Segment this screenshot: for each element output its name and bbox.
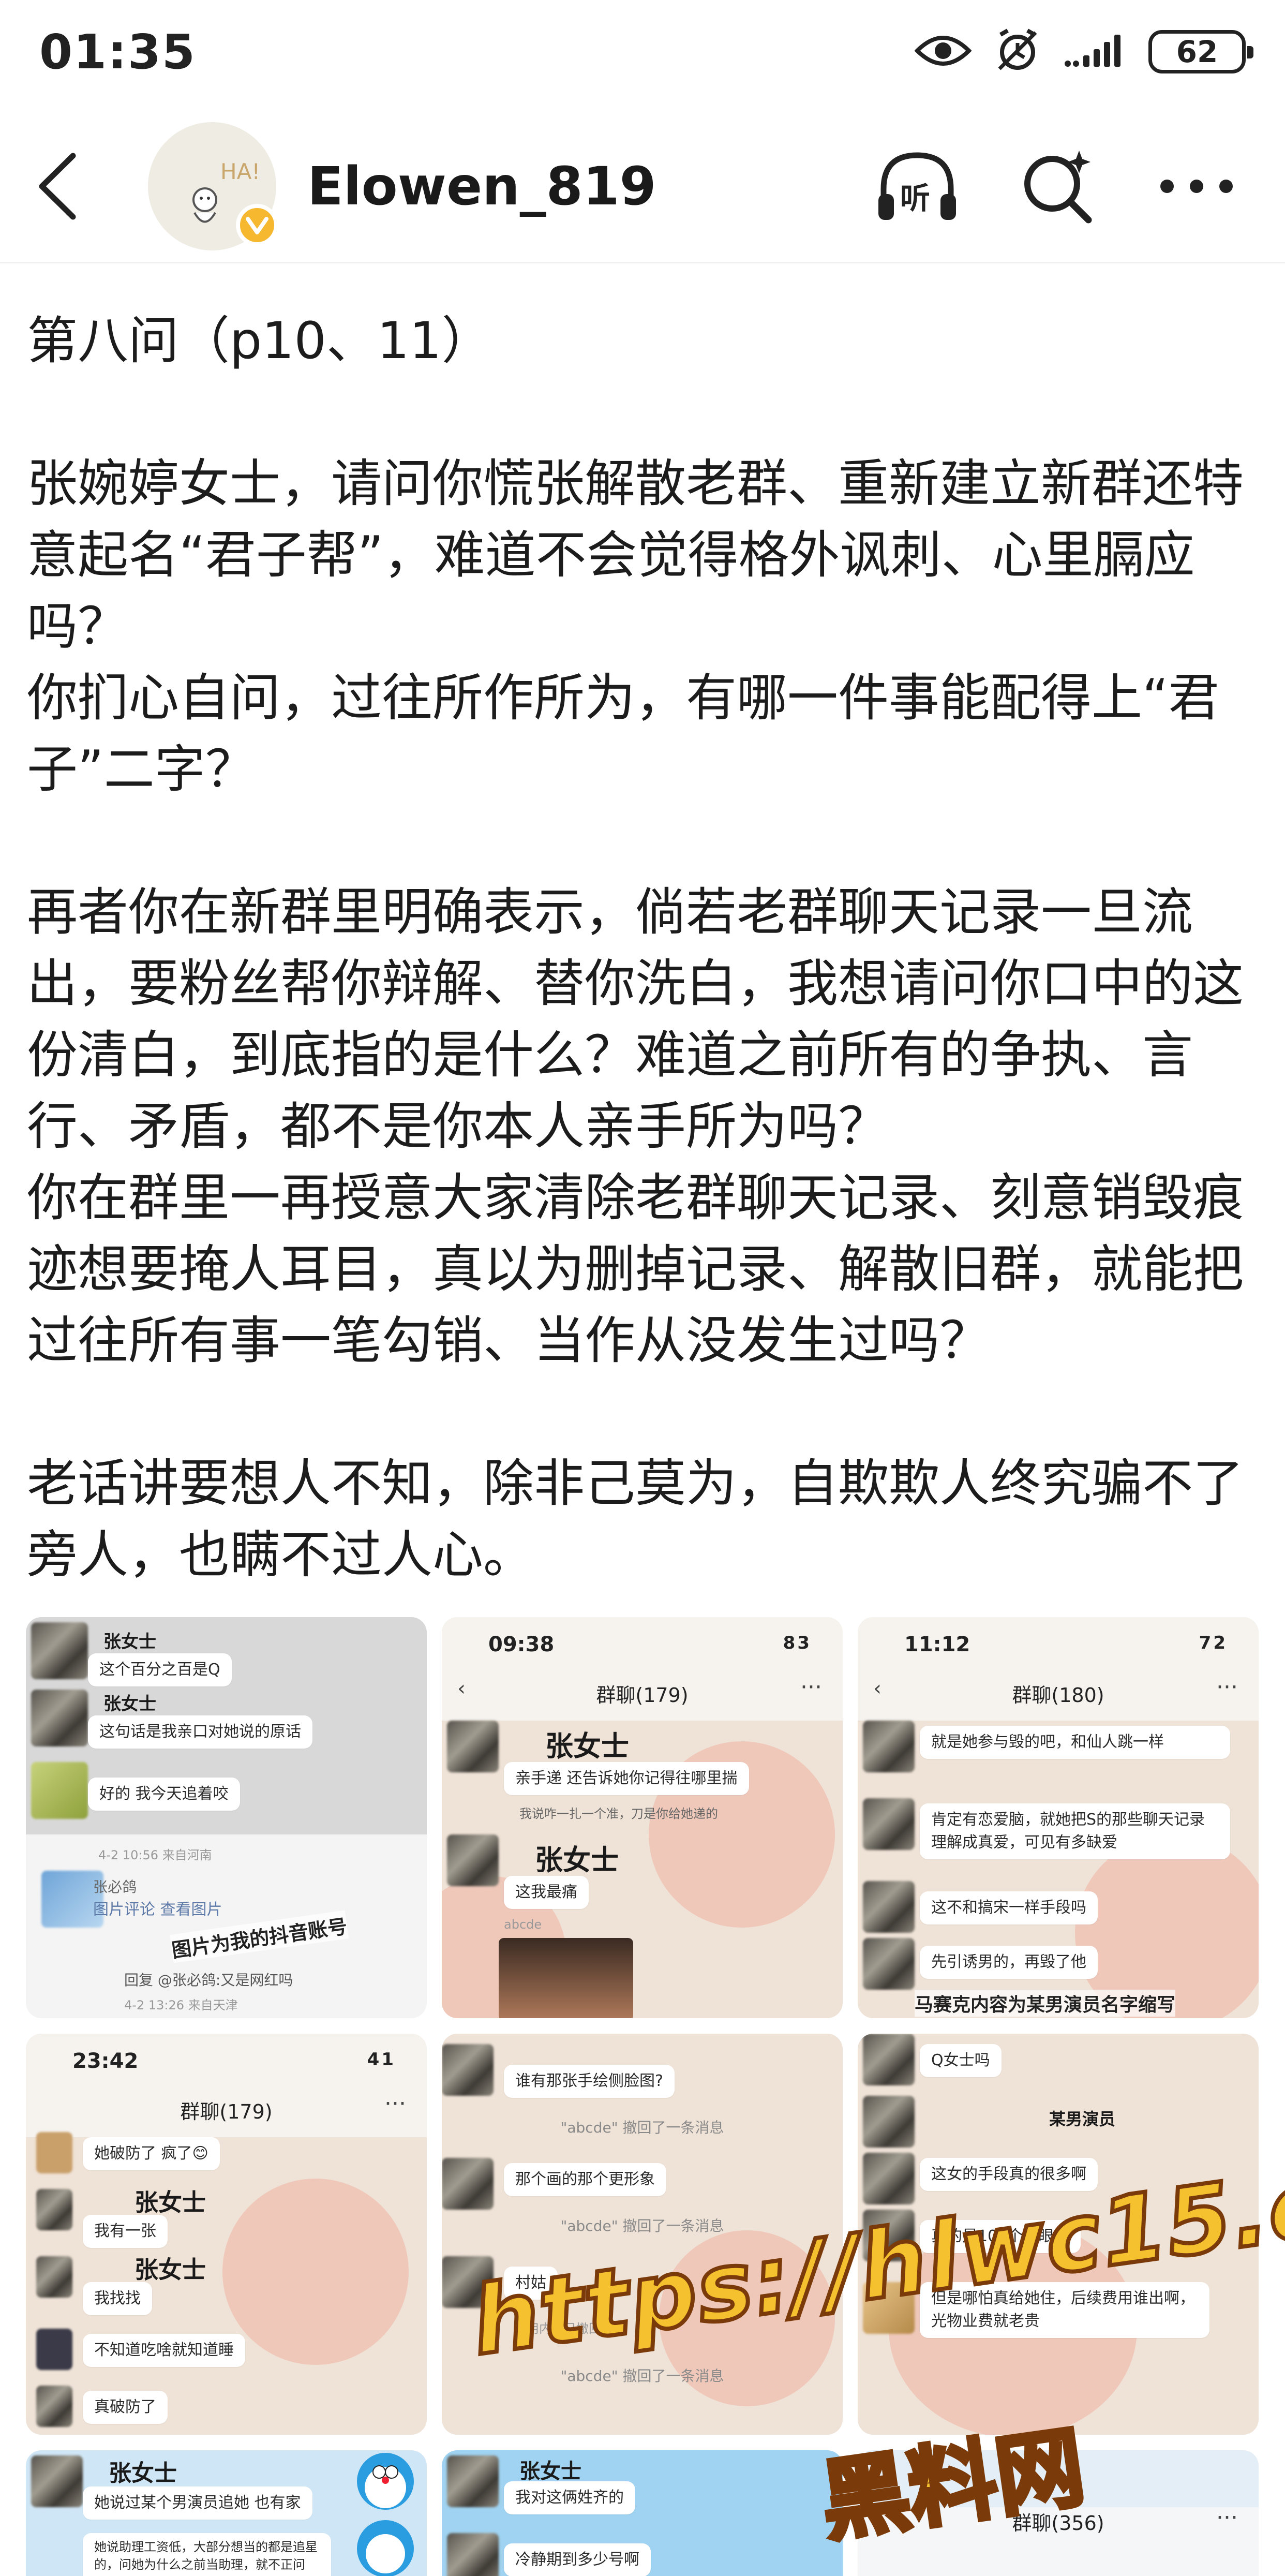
image-tile[interactable]: 09:38 83 ‹ 群聊(179) ··· 张女士 亲手递 还告诉她你记得往哪… [442, 1617, 843, 2018]
status-time: 01:35 [39, 24, 196, 80]
chat-clock: 23:42 [72, 2049, 139, 2073]
more-dots-icon [1160, 180, 1233, 193]
comment-meta: 4-2 10:56 来自河南 [98, 1848, 212, 1862]
image-tile[interactable]: 23:42 41 群聊(179) ··· 她破防了 疯了😊 张女士 我有一张 张… [26, 2034, 427, 2435]
more-button[interactable] [1153, 142, 1241, 230]
chat-message: 好的 我今天追着咬 [88, 1778, 240, 1811]
sender-name: 张女士 [135, 2188, 206, 2216]
comment-text: 图片评论 查看图片 [93, 1901, 222, 1919]
image-caption: 马赛克内容为某男演员名字缩写 [915, 1990, 1176, 2017]
chat-title: 群聊(179) [180, 2100, 273, 2123]
chat-message: 这个百分之百是Q [88, 1653, 232, 1686]
chat-message: 亲手递 还告诉她你记得往哪里揣 [504, 1762, 749, 1795]
sender-name: 张女士 [535, 1844, 619, 1876]
sender-name: 张女士 [103, 1694, 156, 1714]
status-bar: 01:35 62 [0, 0, 1285, 103]
image-tile[interactable]: 张女士 这个百分之百是Q 张女士 这句话是我亲口对她说的原话 好的 我今天追着咬… [26, 1617, 427, 2018]
chat-message: 肯定有恋爱脑，就她把S的那些聊天记录理解成真爱，可见有多缺爱 [920, 1803, 1230, 1859]
screen: 01:35 62 HA! Elowen_819 听 第八问（p10、11） 张婉… [0, 0, 1285, 2576]
chat-battery: 72 [1199, 1633, 1228, 1653]
sender-name: 某男演员 [1049, 2109, 1116, 2129]
svg-text:听: 听 [900, 181, 930, 216]
chat-message: 我找找 [83, 2282, 152, 2315]
post-paragraph: 再者你在新群里明确表示，倘若老群聊天记录一旦流出，要粉丝帮你辩解、替你洗白，我想… [27, 883, 1244, 1370]
chat-battery: 83 [783, 1633, 812, 1653]
sender-name: 张女士 [135, 2256, 206, 2284]
chat-message: 冷静期到多少号啊 [504, 2543, 651, 2576]
chat-message: Q女士吗 [920, 2044, 1002, 2077]
verified-badge-icon [236, 204, 278, 246]
status-icons: 62 [914, 27, 1253, 76]
chat-clock: 11:12 [904, 1633, 970, 1656]
username[interactable]: Elowen_819 [307, 156, 656, 217]
more-dots-icon: ··· [1216, 2505, 1238, 2531]
chat-message: 我对这俩姓齐的 [504, 2481, 635, 2514]
alarm-off-icon [994, 27, 1041, 76]
signal-icon [1064, 33, 1126, 71]
sender-name: 张女士 [109, 2460, 177, 2486]
chat-message: 她破防了 疯了😊 [83, 2137, 220, 2170]
profile-header: HA! Elowen_819 听 [0, 119, 1285, 254]
comment-meta: 4-2 13:26 来自天津 [124, 1998, 238, 2012]
chat-clock: 09:38 [488, 1633, 555, 1656]
image-tile[interactable]: 11:12 72 ‹ 群聊(180) ··· 就是她参与毁的吧，和仙人跳一样 肯… [858, 1617, 1259, 2018]
back-button[interactable] [29, 145, 86, 228]
chat-message: 这句话是我亲口对她说的原话 [88, 1715, 312, 1749]
chat-title: 群聊(179) [596, 1684, 689, 1707]
image-tile[interactable]: 张女士 我对这俩姓齐的 冷静期到多少号啊 [442, 2450, 843, 2576]
chat-message: 那个画的那个更形象 [504, 2163, 666, 2196]
search-icon [1024, 151, 1092, 224]
quoted-message: 我说咋一扎一个准，刀是你给她递的 [519, 1807, 718, 1821]
post-paragraph: 老话讲要想人不知，除非己莫为，自欺欺人终究骗不了旁人，也瞒不过人心。 [27, 1454, 1244, 1585]
chevron-left-icon [39, 153, 76, 220]
more-dots-icon: ··· [800, 1674, 822, 1700]
sender-name: 张女士 [103, 1632, 156, 1652]
header-actions: 听 [873, 142, 1256, 230]
header-divider [0, 262, 1285, 263]
listen-button[interactable]: 听 [873, 142, 961, 230]
comment-reply: 回复 @张必鸽:又是网红吗 [124, 1972, 293, 1989]
sender-name: 张女士 [519, 2460, 581, 2483]
chat-message: 先引诱男的，再毁了他 [920, 1946, 1098, 1979]
chat-message: 她说助理工资低，大部分想当的都是追星的，问她为什么之前当助理，就不正问回... [83, 2533, 331, 2576]
more-dots-icon: ··· [384, 2091, 406, 2117]
battery-icon: 62 [1148, 30, 1253, 73]
chat-message: 真破防了 [83, 2391, 168, 2424]
commenter-name: 张必鸽 [93, 1878, 137, 1896]
system-note: "abcde" 撤回了一条消息 [560, 2119, 724, 2136]
chat-message: 不知道吃啥就知道睡 [83, 2334, 245, 2367]
chat-battery: 41 [367, 2049, 396, 2070]
search-button[interactable] [1013, 142, 1101, 230]
doraemon-sticker-icon [349, 2450, 422, 2576]
image-tile[interactable]: 张女士 她说过某个男演员追她 也有家 她说助理工资低，大部分想当的都是追星的，问… [26, 2450, 427, 2576]
chat-message: 谁有那张手绘侧脸图? [504, 2065, 675, 2098]
sender-name: 张女士 [545, 1730, 629, 1763]
avatar-text: HA! [220, 159, 260, 184]
post-title: 第八问（p10、11） [27, 312, 492, 371]
post-paragraph: 张婉婷女士，请问你慌张解散老群、重新建立新群还特意起名“君子帮”，难道不会觉得格… [27, 454, 1244, 799]
post-body: 第八问（p10、11） 张婉婷女士，请问你慌张解散老群、重新建立新群还特意起名“… [27, 305, 1258, 1591]
chat-topbar: 11:12 72 ‹ 群聊(180) ··· [858, 1617, 1259, 1721]
chat-topbar: 09:38 83 ‹ 群聊(179) ··· [442, 1617, 843, 1721]
eye-icon [914, 33, 972, 71]
more-dots-icon: ··· [1216, 1674, 1238, 1700]
photo-thumbnail [499, 1938, 633, 2018]
chat-topbar: 23:42 41 群聊(179) ··· [26, 2034, 427, 2137]
chat-message: 她说过某个男演员追她 也有家 [83, 2486, 312, 2520]
chat-message: 就是她参与毁的吧，和仙人跳一样 [920, 1726, 1230, 1759]
sender-name: abcde [504, 1917, 542, 1932]
avatar[interactable]: HA! [148, 122, 278, 250]
chat-message: 我有一张 [83, 2215, 168, 2248]
headphones-icon: 听 [878, 152, 956, 220]
chat-message: 这不和搞宋一样手段吗 [920, 1891, 1098, 1924]
chat-message: 这我最痛 [504, 1876, 589, 1909]
chat-title: 群聊(180) [1012, 1684, 1104, 1707]
